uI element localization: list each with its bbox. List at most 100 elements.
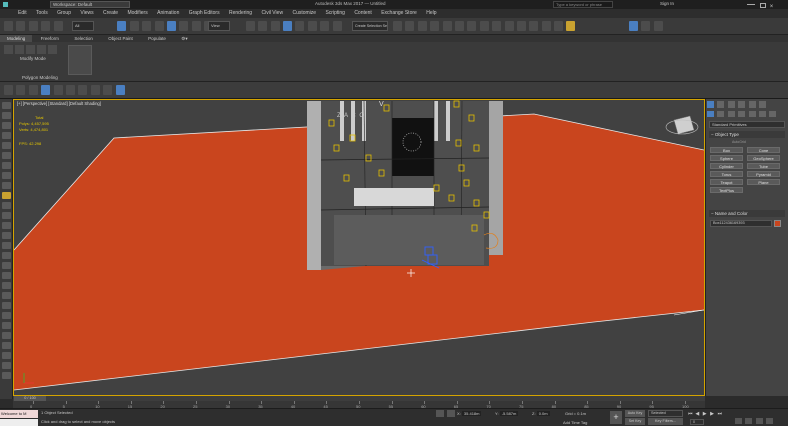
- timeline[interactable]: 0 / 100 0 5 10 15 20 25 30 35 40 45 50 55 60 65 70 75 80…: [13, 396, 705, 409]
- ribbon-icon-1[interactable]: [4, 45, 13, 54]
- cameras-icon[interactable]: [738, 111, 746, 117]
- window-controls[interactable]: ×: [745, 1, 785, 10]
- select-by-name-icon[interactable]: [129, 21, 139, 31]
- tab-object-paint[interactable]: Object Paint: [101, 35, 140, 42]
- left-tool-22-icon[interactable]: [1, 312, 11, 319]
- menu-customize[interactable]: Customize: [292, 9, 316, 18]
- render-setup-icon[interactable]: [492, 21, 502, 31]
- left-tool-16-icon[interactable]: [1, 252, 11, 259]
- left-tool-20-icon[interactable]: [1, 292, 11, 299]
- menu-tools[interactable]: Tools: [36, 9, 48, 18]
- left-tool-10-icon[interactable]: [1, 192, 11, 199]
- left-tool-7-icon[interactable]: [1, 162, 11, 169]
- modify-tab-icon[interactable]: [717, 101, 725, 108]
- perspective-viewport[interactable]: [+] [Perspective] [Standard] [Default Sh…: [13, 99, 705, 396]
- manipulate-icon[interactable]: [258, 21, 268, 31]
- left-tool-24-icon[interactable]: [1, 332, 11, 339]
- add-time-tag[interactable]: Add Time Tag: [563, 420, 587, 425]
- edit-named-selection-icon[interactable]: [332, 21, 342, 31]
- ribbon-icon-5[interactable]: [48, 45, 57, 54]
- lights-icon[interactable]: [727, 111, 735, 117]
- absolute-mode-icon[interactable]: [447, 410, 455, 417]
- sub-tool-10-icon[interactable]: [115, 85, 125, 95]
- schematic-view-icon[interactable]: [467, 21, 477, 31]
- menu-modifiers[interactable]: Modifiers: [127, 9, 147, 18]
- sub-tool-5-icon[interactable]: [53, 85, 63, 95]
- menu-scripting[interactable]: Scripting: [325, 9, 344, 18]
- window-crossing-icon[interactable]: [154, 21, 164, 31]
- object-type-rollout[interactable]: − Object Type: [709, 131, 785, 138]
- left-tool-13-icon[interactable]: [1, 222, 11, 229]
- mirror-icon[interactable]: [393, 21, 402, 31]
- sub-tool-4-icon[interactable]: [41, 85, 51, 95]
- menu-exchange-store[interactable]: Exchange Store: [381, 9, 417, 18]
- left-tool-1-icon[interactable]: [1, 102, 11, 109]
- left-tool-26-icon[interactable]: [1, 352, 11, 359]
- workspace-dropdown[interactable]: Workspace: Default: [50, 1, 130, 8]
- polygon-modeling-label[interactable]: Polygon Modeling: [22, 75, 58, 80]
- angle-snap-icon[interactable]: [295, 21, 305, 31]
- menu-views[interactable]: Views: [80, 9, 93, 18]
- ribbon-side-buttons[interactable]: [68, 45, 92, 75]
- zoom-icon[interactable]: [735, 418, 742, 424]
- render-iterative-icon[interactable]: [529, 21, 539, 31]
- utilities-tab-icon[interactable]: [758, 101, 766, 108]
- select-and-move-icon[interactable]: [166, 21, 176, 31]
- left-tool-21-icon[interactable]: [1, 302, 11, 309]
- app-logo-icon[interactable]: [3, 2, 8, 7]
- max-script-icon[interactable]: [629, 21, 638, 31]
- set-key-button[interactable]: Set Key: [625, 418, 645, 425]
- sub-tool-3-icon[interactable]: [28, 85, 38, 95]
- viewcube-icon[interactable]: [665, 115, 699, 135]
- left-tool-19-icon[interactable]: [1, 282, 11, 289]
- redo-icon[interactable]: [16, 21, 26, 31]
- systems-icon[interactable]: [769, 111, 777, 117]
- go-to-start-icon[interactable]: ⏮: [688, 411, 694, 417]
- zoom-all-icon[interactable]: [745, 418, 753, 424]
- left-tool-23-icon[interactable]: [1, 322, 11, 329]
- cone-button[interactable]: Cone: [747, 147, 780, 153]
- left-tool-27-icon[interactable]: [1, 362, 11, 369]
- select-and-rotate-icon[interactable]: [179, 21, 189, 31]
- align-icon[interactable]: [405, 21, 415, 31]
- sphere-button[interactable]: Sphere: [710, 155, 743, 161]
- cylinder-button[interactable]: Cylinder: [710, 163, 743, 169]
- bind-space-warp-icon[interactable]: [53, 21, 63, 31]
- lock-selection-icon[interactable]: [436, 410, 444, 417]
- search-input[interactable]: Type a keyword or phrase: [553, 1, 613, 8]
- toggle-ribbon-icon[interactable]: [442, 21, 452, 31]
- track-bar[interactable]: 0 5 10 15 20 25 30 35 40 45 50 55 60 65 70 75 80 85 90 95 10…: [13, 401, 705, 409]
- name-and-color-rollout[interactable]: − Name and Color: [709, 210, 785, 217]
- select-and-scale-icon[interactable]: [191, 21, 201, 31]
- left-tool-14-icon[interactable]: [1, 232, 11, 239]
- named-selection-set-dropdown[interactable]: Create Selection Se: [352, 21, 388, 31]
- sub-tool-1-icon[interactable]: [4, 85, 13, 95]
- left-tool-28-icon[interactable]: [1, 372, 11, 379]
- go-to-end-icon[interactable]: ⏭: [718, 411, 724, 417]
- left-tool-12-icon[interactable]: [1, 212, 11, 219]
- percent-snap-icon[interactable]: [307, 21, 317, 31]
- sign-board[interactable]: [392, 118, 434, 176]
- ribbon-icon-3[interactable]: [26, 45, 35, 54]
- undo-icon[interactable]: [4, 21, 13, 31]
- curve-editor-icon[interactable]: [454, 21, 464, 31]
- left-tool-25-icon[interactable]: [1, 342, 11, 349]
- rendered-frame-window-icon[interactable]: [504, 21, 514, 31]
- space-warps-icon[interactable]: [758, 111, 766, 117]
- orbit-icon[interactable]: [766, 418, 774, 424]
- link-icon[interactable]: [28, 21, 38, 31]
- left-tool-18-icon[interactable]: [1, 272, 11, 279]
- left-tool-4-icon[interactable]: [1, 132, 11, 139]
- left-tool-9-icon[interactable]: [1, 182, 11, 189]
- ribbon-options-icon[interactable]: ⚙▾: [174, 35, 194, 42]
- key-set-dropdown[interactable]: Selected: [648, 410, 683, 417]
- light-bulb-icon[interactable]: [566, 21, 576, 31]
- sub-tool-8-icon[interactable]: [90, 85, 100, 95]
- left-tool-8-icon[interactable]: [1, 172, 11, 179]
- pyramid-button[interactable]: Pyramid: [747, 171, 780, 177]
- left-tool-11-icon[interactable]: [1, 202, 11, 209]
- a360-gallery-icon[interactable]: [554, 21, 564, 31]
- menu-help[interactable]: Help: [426, 9, 436, 18]
- toggle-layer-explorer-icon[interactable]: [430, 21, 440, 31]
- left-tool-6-icon[interactable]: [1, 152, 11, 159]
